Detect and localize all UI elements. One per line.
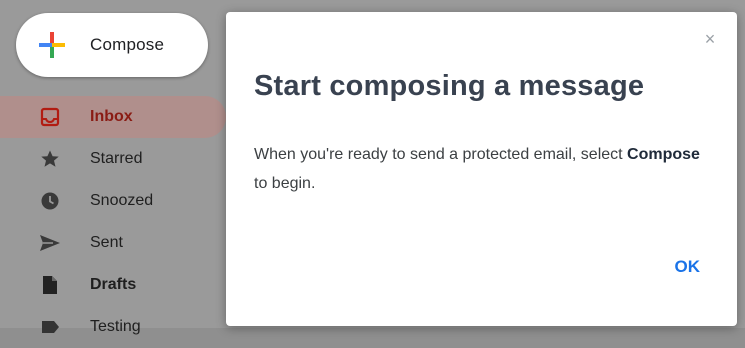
sidebar-item-label: Inbox [90,108,133,125]
compose-label: Compose [90,35,165,54]
sidebar-item-label: Starred [90,150,143,167]
sidebar: Inbox Starred Snoozed Sent Drafts Testin… [0,96,226,348]
sidebar-item-inbox[interactable]: Inbox [0,96,226,138]
draft-icon [39,274,61,296]
dialog-title: Start composing a message [254,70,645,102]
compose-intro-dialog: × Start composing a message When you're … [226,12,737,326]
sidebar-item-snoozed[interactable]: Snoozed [0,180,226,222]
sidebar-item-label: Testing [90,318,141,335]
dialog-body: When you're ready to send a protected em… [254,140,714,198]
inbox-icon [39,106,61,128]
sidebar-item-label: Snoozed [90,192,154,209]
compose-plus-icon [39,32,65,58]
dialog-body-text: When you're ready to send a protected em… [254,146,628,163]
sidebar-item-drafts[interactable]: Drafts [0,264,226,306]
ok-button[interactable]: OK [675,253,701,281]
sidebar-item-starred[interactable]: Starred [0,138,226,180]
compose-button[interactable]: Compose [16,13,208,77]
dialog-body-emphasis: Compose [627,146,700,163]
clock-icon [39,190,61,212]
sidebar-item-sent[interactable]: Sent [0,222,226,264]
sidebar-item-label: Drafts [90,276,137,293]
sidebar-item-testing[interactable]: Testing [0,306,226,348]
send-icon [39,232,61,254]
label-icon [39,316,61,338]
close-icon[interactable]: × [701,30,719,48]
sidebar-item-label: Sent [90,234,123,251]
star-icon [39,148,61,170]
dialog-body-text-end: to begin. [254,175,316,192]
